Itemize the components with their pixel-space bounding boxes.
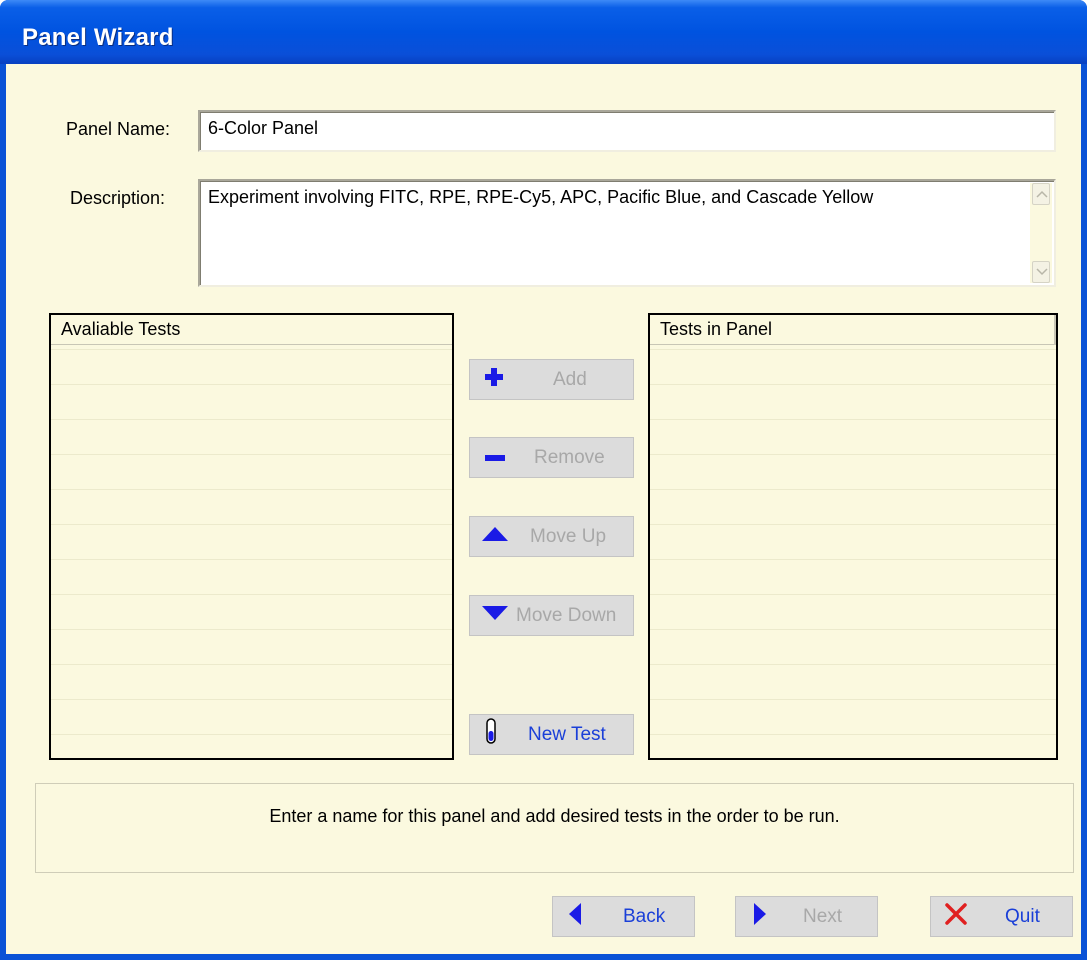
next-button-label: Next bbox=[803, 905, 843, 927]
list-row-line bbox=[650, 734, 1056, 735]
minus-icon bbox=[483, 447, 507, 469]
triangle-left-icon bbox=[567, 901, 583, 933]
wizard-client-area: Panel Name: 6-Color Panel Description: E… bbox=[6, 64, 1081, 954]
list-row-line bbox=[51, 384, 452, 385]
list-row-line bbox=[51, 594, 452, 595]
panel-name-input[interactable]: 6-Color Panel bbox=[198, 110, 1056, 152]
panel-name-label: Panel Name: bbox=[66, 119, 171, 139]
instruction-text: Enter a name for this panel and add desi… bbox=[269, 806, 840, 826]
panel-name-value: 6-Color Panel bbox=[208, 118, 319, 138]
back-button[interactable]: Back bbox=[552, 896, 695, 937]
new-test-button-label: New Test bbox=[528, 723, 606, 745]
list-row-line bbox=[650, 349, 1056, 350]
list-row-line bbox=[650, 384, 1056, 385]
list-row-line bbox=[650, 454, 1056, 455]
tests-in-panel-header[interactable]: Tests in Panel bbox=[650, 315, 1056, 345]
tests-in-panel-list[interactable]: Tests in Panel bbox=[648, 313, 1058, 760]
remove-button-label: Remove bbox=[534, 446, 605, 468]
list-row-line bbox=[51, 664, 452, 665]
back-button-label: Back bbox=[623, 905, 666, 927]
list-row-line bbox=[51, 419, 452, 420]
list-row-line bbox=[650, 699, 1056, 700]
scroll-up-icon[interactable] bbox=[1032, 183, 1050, 205]
new-test-button[interactable]: New Test bbox=[469, 714, 634, 755]
next-button[interactable]: Next bbox=[735, 896, 878, 937]
triangle-down-icon bbox=[480, 604, 510, 628]
list-row-line bbox=[51, 559, 452, 560]
available-tests-list[interactable]: Avaliable Tests bbox=[49, 313, 454, 760]
quit-button[interactable]: Quit bbox=[930, 896, 1073, 937]
panel-wizard-window: Panel Wizard Panel Name: 6-Color Panel D… bbox=[0, 0, 1087, 960]
title-bar[interactable]: Panel Wizard bbox=[0, 0, 1087, 64]
instruction-box: Enter a name for this panel and add desi… bbox=[35, 783, 1074, 873]
quit-button-label: Quit bbox=[1005, 905, 1040, 927]
list-row-line bbox=[51, 524, 452, 525]
description-label: Description: bbox=[70, 188, 166, 208]
list-row-line bbox=[650, 664, 1056, 665]
list-row-line bbox=[51, 734, 452, 735]
list-row-line bbox=[650, 629, 1056, 630]
triangle-up-icon bbox=[480, 525, 510, 549]
list-row-line bbox=[650, 489, 1056, 490]
list-row-line bbox=[650, 524, 1056, 525]
list-row-line bbox=[51, 349, 452, 350]
list-row-line bbox=[650, 419, 1056, 420]
description-textarea[interactable]: Experiment involving FITC, RPE, RPE-Cy5,… bbox=[198, 179, 1056, 287]
close-x-icon bbox=[943, 901, 969, 933]
remove-button[interactable]: Remove bbox=[469, 437, 634, 478]
list-row-line bbox=[51, 454, 452, 455]
add-button[interactable]: Add bbox=[469, 359, 634, 400]
description-value: Experiment involving FITC, RPE, RPE-Cy5,… bbox=[208, 187, 874, 207]
move-down-button-label: Move Down bbox=[516, 604, 617, 626]
list-row-line bbox=[650, 594, 1056, 595]
triangle-right-icon bbox=[752, 901, 768, 933]
list-row-line bbox=[650, 559, 1056, 560]
description-scrollbar[interactable] bbox=[1030, 183, 1052, 283]
available-tests-header[interactable]: Avaliable Tests bbox=[51, 315, 452, 345]
list-row-line bbox=[51, 699, 452, 700]
list-row-line bbox=[51, 629, 452, 630]
window-title: Panel Wizard bbox=[22, 24, 174, 51]
list-row-line bbox=[51, 489, 452, 490]
plus-icon bbox=[483, 366, 505, 394]
test-tube-icon bbox=[484, 717, 498, 752]
move-up-button[interactable]: Move Up bbox=[469, 516, 634, 557]
move-down-button[interactable]: Move Down bbox=[469, 595, 634, 636]
move-up-button-label: Move Up bbox=[530, 525, 607, 547]
scroll-down-icon[interactable] bbox=[1032, 261, 1050, 283]
add-button-label: Add bbox=[553, 368, 587, 390]
